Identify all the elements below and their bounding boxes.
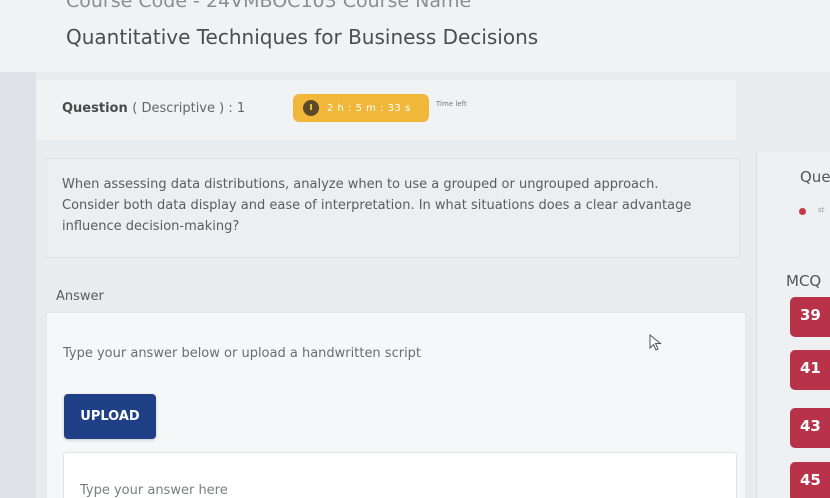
course-code: Course Code - 24VMBOC103 Course Name: [66, 0, 472, 12]
page-header: Course Code - 24VMBOC103 Course Name Qua…: [0, 0, 830, 72]
question-number-button[interactable]: 43: [790, 408, 830, 448]
question-label-text: Question: [62, 101, 128, 116]
time-left-label: Time left: [436, 100, 467, 108]
answer-input[interactable]: [63, 452, 737, 498]
clock-icon: [303, 100, 319, 116]
left-edge: [0, 0, 36, 498]
upload-button[interactable]: UPLOAD: [64, 394, 156, 439]
question-number-button[interactable]: 45: [790, 462, 830, 498]
navigator-header: Que: [800, 168, 830, 186]
question-number-button[interactable]: 39: [790, 297, 830, 337]
timer-value: 2 h : 5 m : 33 s: [327, 102, 411, 114]
answer-instructions: Type your answer below or upload a handw…: [63, 346, 422, 361]
course-title: Quantitative Techniques for Business Dec…: [66, 25, 539, 49]
mcq-section-label: MCQ: [786, 272, 822, 290]
question-label: Question ( Descriptive ) : 1: [62, 101, 245, 116]
question-number-button[interactable]: 41: [790, 350, 830, 390]
timer-badge: 2 h : 5 m : 33 s: [293, 94, 429, 122]
answer-label: Answer: [56, 289, 104, 304]
question-type: ( Descriptive ) : 1: [132, 101, 246, 116]
question-text: When assessing data distributions, analy…: [62, 177, 692, 234]
mouse-pointer-icon: [649, 334, 662, 351]
legend-text: st: [818, 206, 825, 214]
legend-dot: [799, 208, 806, 215]
